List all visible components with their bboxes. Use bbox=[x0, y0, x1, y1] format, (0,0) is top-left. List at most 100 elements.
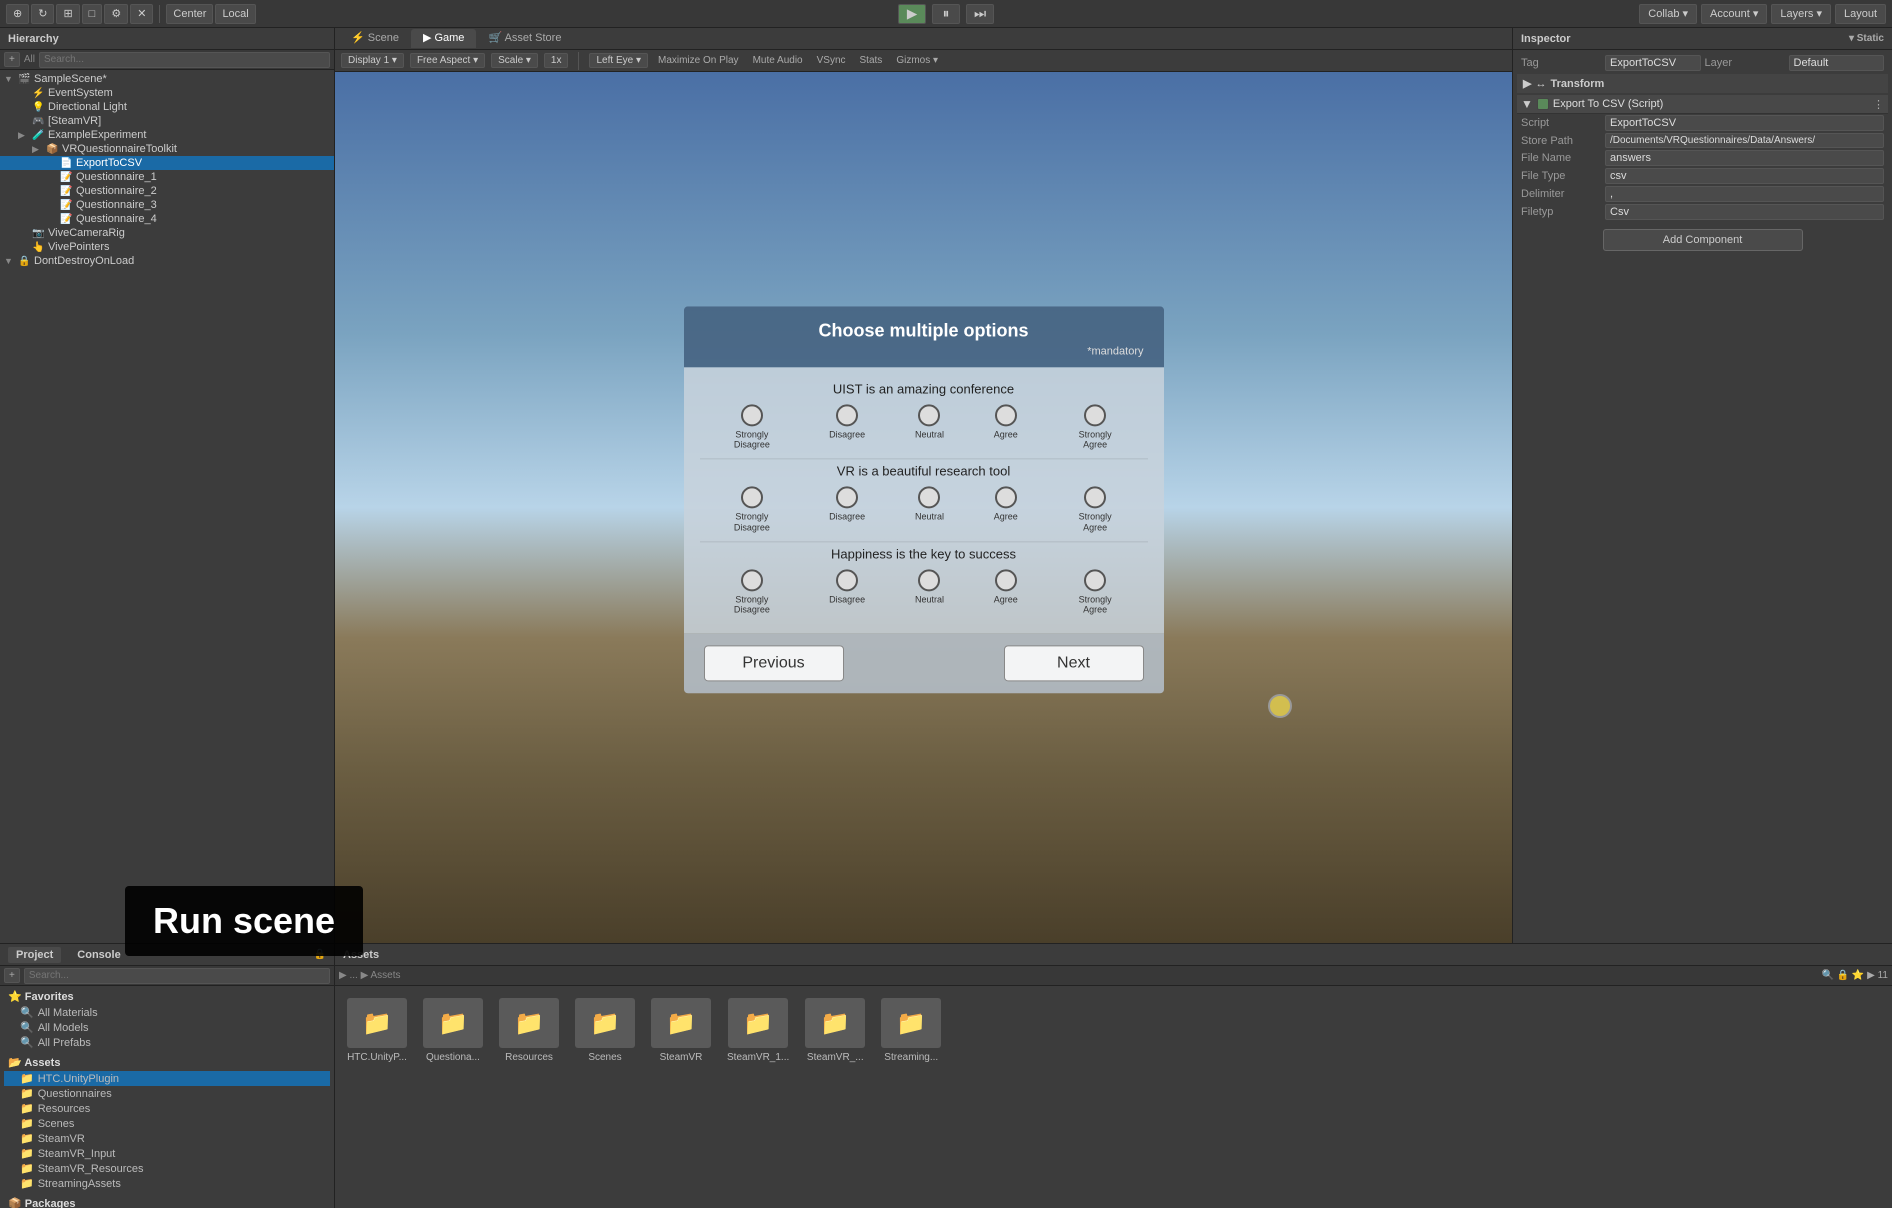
assets-section[interactable]: 📂 Assets bbox=[4, 1054, 330, 1071]
radio-2-0[interactable] bbox=[741, 569, 763, 591]
hierarchy-item-10[interactable]: 📝 Questionnaire_4 bbox=[0, 212, 334, 226]
component-menu[interactable]: ⋮ bbox=[1873, 98, 1884, 111]
hierarchy-item-9[interactable]: 📝 Questionnaire_3 bbox=[0, 198, 334, 212]
steamvr-res-item[interactable]: 📁 SteamVR_Resources bbox=[4, 1161, 330, 1176]
option-0-1[interactable]: Disagree bbox=[829, 404, 865, 451]
hierarchy-item-11[interactable]: 📷 ViveCameraRig bbox=[0, 226, 334, 240]
radio-2-3[interactable] bbox=[995, 569, 1017, 591]
option-0-2[interactable]: Neutral bbox=[915, 404, 944, 451]
hierarchy-item-4[interactable]: ▶ 🧪 ExampleExperiment bbox=[0, 128, 334, 142]
transform-section[interactable]: ▶ ↔ Transform bbox=[1517, 74, 1888, 93]
option-1-3[interactable]: Agree bbox=[994, 486, 1018, 533]
radio-1-3[interactable] bbox=[995, 486, 1017, 508]
pause-button[interactable]: ⏸ bbox=[932, 4, 960, 24]
tab-project[interactable]: Project bbox=[8, 947, 61, 963]
hierarchy-item-0[interactable]: ▼ 🎬 SampleScene* bbox=[0, 72, 334, 86]
project-search[interactable] bbox=[24, 968, 330, 984]
asset-item-6[interactable]: 📁 SteamVR_... bbox=[801, 994, 869, 1067]
delimiter-value[interactable]: , bbox=[1605, 186, 1884, 202]
filetyp-value[interactable]: Csv bbox=[1605, 204, 1884, 220]
radio-0-2[interactable] bbox=[918, 404, 940, 426]
tab-game[interactable]: ▶ Game bbox=[411, 29, 476, 48]
radio-0-0[interactable] bbox=[741, 404, 763, 426]
streaming-item[interactable]: 📁 StreamingAssets bbox=[4, 1176, 330, 1191]
radio-1-4[interactable] bbox=[1084, 486, 1106, 508]
add-component-button[interactable]: Add Component bbox=[1603, 229, 1803, 251]
project-create-btn[interactable]: + bbox=[4, 968, 20, 983]
hierarchy-item-7[interactable]: 📝 Questionnaire_1 bbox=[0, 170, 334, 184]
option-1-4[interactable]: Strongly Agree bbox=[1068, 486, 1123, 533]
option-1-2[interactable]: Neutral bbox=[915, 486, 944, 533]
hierarchy-item-3[interactable]: 🎮 [SteamVR] bbox=[0, 114, 334, 128]
resources-item[interactable]: 📁 Resources bbox=[4, 1101, 330, 1116]
prev-button[interactable]: Previous bbox=[704, 646, 844, 682]
asset-item-3[interactable]: 📁 Scenes bbox=[571, 994, 639, 1067]
all-prefabs-item[interactable]: 🔍 All Prefabs bbox=[4, 1035, 330, 1050]
collab-button[interactable]: Collab ▾ bbox=[1639, 4, 1697, 24]
all-materials-item[interactable]: 🔍 All Materials bbox=[4, 1005, 330, 1020]
hierarchy-item-13[interactable]: ▼ 🔒 DontDestroyOnLoad bbox=[0, 254, 334, 268]
asset-item-7[interactable]: 📁 Streaming... bbox=[877, 994, 945, 1067]
hierarchy-item-1[interactable]: ⚡ EventSystem bbox=[0, 86, 334, 100]
toolbar-icon-6[interactable]: ✕ bbox=[130, 4, 153, 24]
maximize-on-play[interactable]: Maximize On Play bbox=[654, 54, 743, 67]
eye-dropdown[interactable]: Left Eye ▾ bbox=[589, 53, 648, 68]
radio-1-1[interactable] bbox=[836, 486, 858, 508]
radio-2-2[interactable] bbox=[918, 569, 940, 591]
radio-1-2[interactable] bbox=[918, 486, 940, 508]
asset-item-5[interactable]: 📁 SteamVR_1... bbox=[723, 994, 793, 1067]
toolbar-icon-1[interactable]: ⊕ bbox=[6, 4, 29, 24]
stats[interactable]: Stats bbox=[856, 54, 887, 67]
tab-scene[interactable]: ⚡ Scene bbox=[339, 29, 411, 48]
script-value[interactable]: ExportToCSV bbox=[1605, 115, 1884, 131]
scale-value[interactable]: 1x bbox=[544, 53, 569, 68]
mute-audio[interactable]: Mute Audio bbox=[749, 54, 807, 67]
option-0-3[interactable]: Agree bbox=[994, 404, 1018, 451]
asset-item-1[interactable]: 📁 Questiona... bbox=[419, 994, 487, 1067]
transform-btn[interactable]: Local bbox=[215, 4, 255, 24]
option-1-0[interactable]: Strongly Disagree bbox=[724, 486, 779, 533]
radio-1-0[interactable] bbox=[741, 486, 763, 508]
component-checkbox[interactable] bbox=[1537, 98, 1549, 110]
radio-0-1[interactable] bbox=[836, 404, 858, 426]
hierarchy-item-5[interactable]: ▶ 📦 VRQuestionnaireToolkit bbox=[0, 142, 334, 156]
htc-item[interactable]: 📁 HTC.UnityPlugin bbox=[4, 1071, 330, 1086]
pivot-btn[interactable]: Center bbox=[166, 4, 213, 24]
asset-item-4[interactable]: 📁 SteamVR bbox=[647, 994, 715, 1067]
toolbar-icon-4[interactable]: □ bbox=[82, 4, 103, 24]
asset-item-0[interactable]: 📁 HTC.UnityP... bbox=[343, 994, 411, 1067]
hierarchy-item-6[interactable]: 📄 ExportToCSV bbox=[0, 156, 334, 170]
toolbar-icon-5[interactable]: ⚙ bbox=[104, 4, 128, 24]
file-type-value[interactable]: csv bbox=[1605, 168, 1884, 184]
questionnaires-item[interactable]: 📁 Questionnaires bbox=[4, 1086, 330, 1101]
favorites-section[interactable]: ⭐ Favorites bbox=[4, 988, 330, 1005]
store-path-value[interactable]: /Documents/VRQuestionnaires/Data/Answers… bbox=[1605, 133, 1884, 148]
file-name-value[interactable]: answers bbox=[1605, 150, 1884, 166]
tag-value[interactable]: ExportToCSV bbox=[1605, 55, 1701, 71]
play-button[interactable]: ▶ bbox=[898, 4, 926, 24]
tab-console[interactable]: Console bbox=[69, 947, 128, 963]
steamvr-input-item[interactable]: 📁 SteamVR_Input bbox=[4, 1146, 330, 1161]
radio-0-4[interactable] bbox=[1084, 404, 1106, 426]
steamvr-item[interactable]: 📁 SteamVR bbox=[4, 1131, 330, 1146]
gizmos[interactable]: Gizmos ▾ bbox=[892, 54, 942, 67]
option-2-1[interactable]: Disagree bbox=[829, 569, 865, 616]
aspect-dropdown[interactable]: Free Aspect ▾ bbox=[410, 53, 485, 68]
tab-asset-store[interactable]: 🛒 Asset Store bbox=[476, 29, 573, 48]
asset-item-2[interactable]: 📁 Resources bbox=[495, 994, 563, 1067]
layers-button[interactable]: Layers ▾ bbox=[1771, 4, 1831, 24]
radio-2-1[interactable] bbox=[836, 569, 858, 591]
hierarchy-item-8[interactable]: 📝 Questionnaire_2 bbox=[0, 184, 334, 198]
vsync[interactable]: VSync bbox=[813, 54, 850, 67]
toolbar-icon-3[interactable]: ⊞ bbox=[56, 4, 79, 24]
option-1-1[interactable]: Disagree bbox=[829, 486, 865, 533]
create-btn[interactable]: + bbox=[4, 52, 20, 67]
option-0-4[interactable]: Strongly Agree bbox=[1068, 404, 1123, 451]
step-button[interactable]: ⏭ bbox=[966, 4, 994, 24]
option-2-2[interactable]: Neutral bbox=[915, 569, 944, 616]
packages-section[interactable]: 📦 Packages bbox=[4, 1195, 330, 1208]
hierarchy-item-2[interactable]: 💡 Directional Light bbox=[0, 100, 334, 114]
radio-2-4[interactable] bbox=[1084, 569, 1106, 591]
layout-button[interactable]: Layout bbox=[1835, 4, 1886, 24]
radio-0-3[interactable] bbox=[995, 404, 1017, 426]
